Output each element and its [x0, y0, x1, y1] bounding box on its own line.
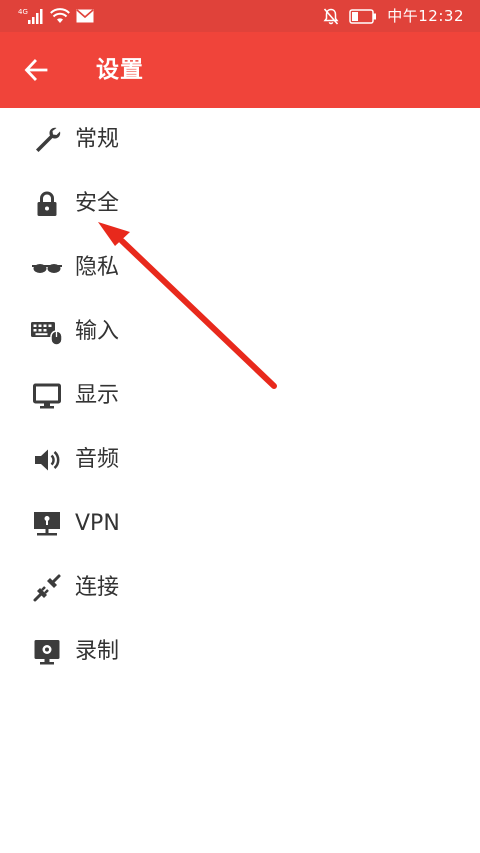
settings-item-label: 连接: [75, 575, 120, 600]
record-screen-icon: [30, 635, 64, 669]
back-arrow-icon: [24, 59, 48, 81]
vpn-monitor-icon: [30, 507, 64, 541]
settings-item-label: 输入: [75, 319, 120, 344]
back-button[interactable]: [14, 48, 58, 92]
settings-item-label: 隐私: [75, 255, 120, 280]
settings-item-input[interactable]: 输入: [0, 300, 480, 364]
settings-item-privacy[interactable]: 隐私: [0, 236, 480, 300]
wifi-icon: [50, 8, 70, 23]
settings-item-label: VPN: [75, 511, 120, 536]
status-time: 中午12:32: [387, 7, 464, 25]
settings-item-vpn[interactable]: VPN: [0, 492, 480, 556]
settings-item-audio[interactable]: 音频: [0, 428, 480, 492]
settings-item-recording[interactable]: 录制: [0, 620, 480, 684]
settings-item-label: 音频: [75, 447, 120, 472]
mail-icon: [76, 9, 94, 23]
monitor-icon: [30, 379, 64, 413]
settings-item-general[interactable]: 常规: [0, 108, 480, 172]
wrench-icon: [30, 123, 64, 157]
lock-icon: [30, 187, 64, 221]
settings-item-display[interactable]: 显示: [0, 364, 480, 428]
settings-menu: 常规 安全 隐私 输入 显示 音频 VPN 连接 录制: [0, 108, 480, 684]
settings-item-label: 安全: [75, 191, 120, 216]
keyboard-mouse-icon: [30, 315, 64, 349]
status-bar-right: 中午12:32: [323, 6, 464, 26]
settings-item-security[interactable]: 安全: [0, 172, 480, 236]
battery-icon: [349, 8, 377, 24]
page-title: 设置: [96, 57, 144, 83]
plug-icon: [30, 571, 64, 605]
speaker-icon: [30, 443, 64, 477]
glasses-icon: [30, 251, 64, 285]
app-toolbar: 设置: [0, 32, 480, 108]
network-type: 4G: [18, 8, 28, 16]
signal-icon: 4G: [18, 8, 43, 24]
status-bar: 4G 中午12:32: [0, 0, 480, 32]
settings-item-connection[interactable]: 连接: [0, 556, 480, 620]
settings-item-label: 常规: [75, 127, 120, 152]
status-bar-left: 4G: [18, 6, 94, 26]
settings-item-label: 显示: [75, 383, 120, 408]
settings-item-label: 录制: [75, 639, 120, 664]
mute-icon: [323, 7, 339, 25]
